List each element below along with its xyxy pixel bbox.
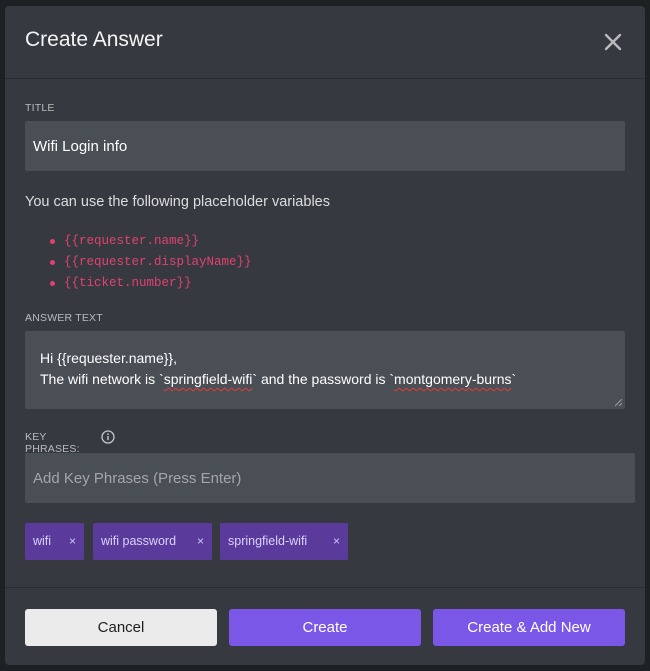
create-and-add-new-button[interactable]: Create & Add New	[433, 609, 625, 646]
placeholder-variable: {{requester.displayName}}	[45, 254, 252, 275]
spellcheck-word: montgomery-burns	[394, 371, 512, 387]
answer-line-2: The wifi network is `springfield-wifi` a…	[40, 371, 517, 387]
bullet-icon	[50, 260, 55, 265]
bullet-icon	[50, 281, 55, 286]
placeholder-variable-list: {{requester.name}} {{requester.displayNa…	[45, 233, 252, 296]
create-answer-dialog: Create Answer TITLE You can use the foll…	[5, 6, 645, 665]
answer-textarea[interactable]: Hi {{requester.name}}, The wifi network …	[25, 331, 625, 409]
chip-remove-icon[interactable]: ×	[333, 523, 340, 560]
spellcheck-word: springfield-wifi	[163, 371, 253, 387]
close-icon[interactable]	[602, 31, 624, 53]
key-phrase-chip: wifi ×	[25, 523, 84, 560]
footer-divider	[5, 587, 645, 588]
key-phrases-label: KEY PHRASES:	[25, 431, 80, 455]
answer-text-label: ANSWER TEXT	[25, 312, 103, 324]
key-phrases-input[interactable]	[25, 453, 635, 503]
chip-label: springfield-wifi	[228, 534, 308, 548]
title-input[interactable]	[25, 121, 625, 171]
chip-remove-icon[interactable]: ×	[197, 523, 204, 560]
dialog-header: Create Answer	[5, 6, 645, 79]
placeholder-hint: You can use the following placeholder va…	[25, 194, 330, 210]
dialog-title: Create Answer	[25, 28, 163, 51]
title-label: TITLE	[25, 102, 55, 114]
cancel-button[interactable]: Cancel	[25, 609, 217, 646]
resize-handle-icon[interactable]	[615, 399, 622, 406]
chip-remove-icon[interactable]: ×	[69, 523, 76, 560]
bullet-icon	[50, 239, 55, 244]
info-icon[interactable]	[101, 430, 115, 444]
key-phrase-chip: springfield-wifi ×	[220, 523, 348, 560]
chip-label: wifi password	[101, 534, 177, 548]
create-button[interactable]: Create	[229, 609, 421, 646]
placeholder-variable: {{ticket.number}}	[45, 275, 252, 296]
chip-label: wifi	[33, 534, 52, 548]
key-phrase-chip: wifi password ×	[93, 523, 212, 560]
placeholder-variable: {{requester.name}}	[45, 233, 252, 254]
answer-line-1: Hi {{requester.name}},	[40, 350, 177, 366]
